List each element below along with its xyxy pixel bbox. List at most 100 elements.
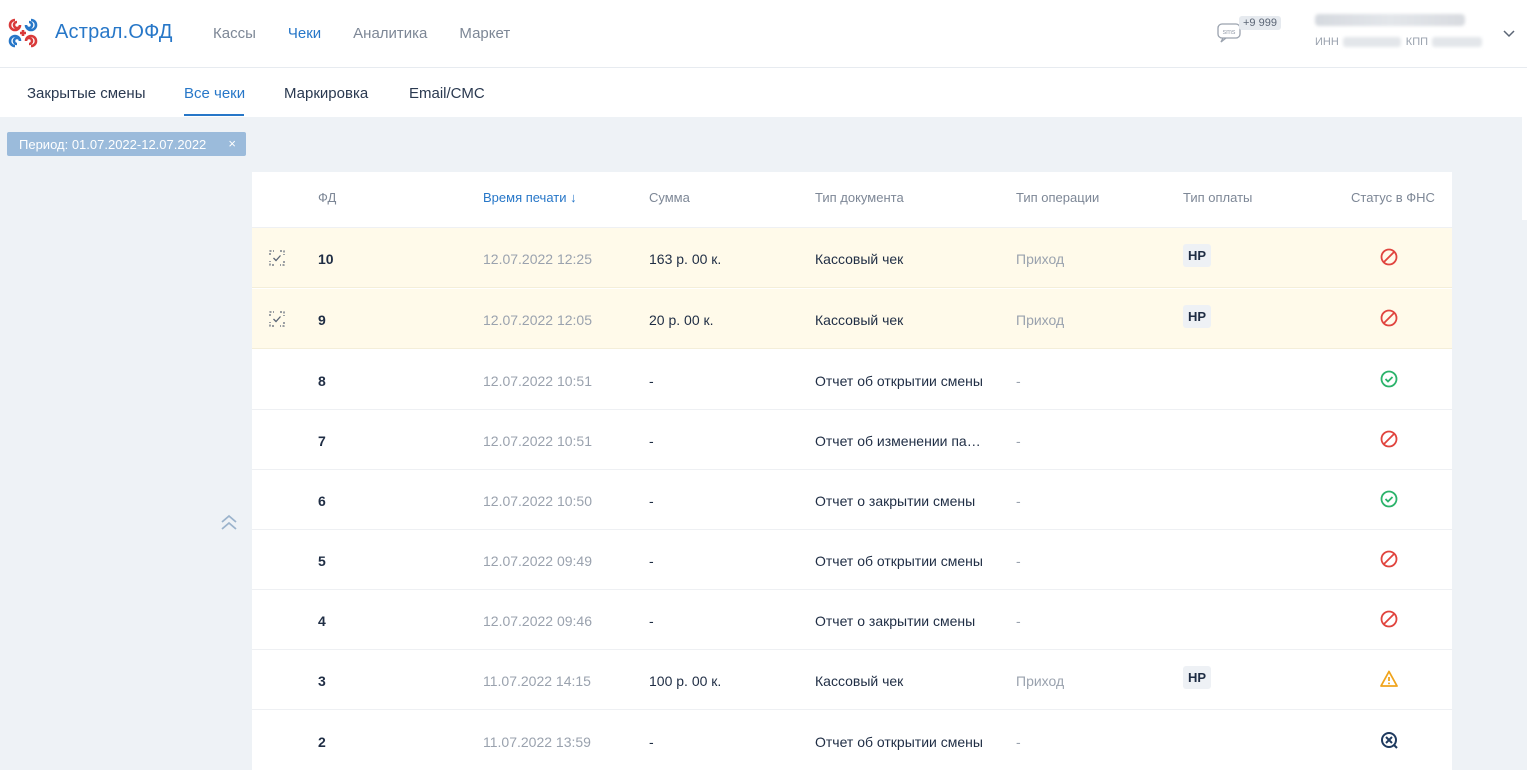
rejected-status-icon[interactable] [1379, 247, 1399, 267]
nav-market[interactable]: Маркет [459, 25, 510, 42]
pay-type-badge: НР [1183, 244, 1212, 267]
col-op-type[interactable]: Тип операции [1016, 190, 1099, 205]
fd-number: 5 [318, 553, 326, 569]
receipts-table: ФД Время печати ↓ Сумма Тип документа Ти… [252, 172, 1452, 770]
pay-type-badge: НР [1183, 305, 1212, 328]
op-type: - [1016, 373, 1021, 389]
kpp-label: КПП [1405, 36, 1429, 48]
fd-number: 3 [318, 673, 326, 689]
rejected-status-icon[interactable] [1379, 549, 1399, 569]
sum-value: 100 р. 00 к. [649, 673, 722, 689]
print-time: 12.07.2022 09:49 [483, 553, 592, 569]
sms-balance-badge: +9 999 [1239, 16, 1281, 30]
sum-value: - [649, 433, 654, 449]
sum-value: 163 р. 00 к. [649, 251, 722, 267]
sort-arrow-icon: ↓ [570, 190, 577, 205]
sub-nav: Закрытые смены Все чеки Маркировка Email… [0, 68, 1527, 117]
sum-value: - [649, 613, 654, 629]
doc-type: Кассовый чек [815, 251, 904, 267]
tab-marking[interactable]: Маркировка [284, 85, 368, 102]
fd-number: 2 [318, 734, 326, 750]
astral-logo-icon[interactable] [6, 16, 40, 50]
fd-number: 10 [318, 251, 334, 267]
fd-number: 9 [318, 312, 326, 328]
sum-value: - [649, 373, 654, 389]
op-type: - [1016, 433, 1021, 449]
rejected-status-icon[interactable] [1379, 429, 1399, 449]
op-type: Приход [1016, 251, 1065, 267]
fd-number: 7 [318, 433, 326, 449]
table-row[interactable]: 3 11.07.2022 14:15 100 р. 00 к. Кассовый че… [252, 650, 1452, 710]
doc-type: Отчет о закрытии смены [815, 613, 976, 629]
table-row[interactable]: 7 12.07.2022 10:51 - Отчет об изменении пар… [252, 410, 1452, 470]
double-chevron-up-icon[interactable] [219, 513, 239, 531]
inn-label: ИНН [1315, 36, 1339, 48]
col-print-time[interactable]: Время печати ↓ [483, 190, 577, 205]
sum-value: - [649, 493, 654, 509]
warning-status-icon[interactable] [1379, 669, 1399, 689]
close-icon[interactable]: × [228, 136, 236, 151]
op-type: - [1016, 613, 1021, 629]
col-pay-type[interactable]: Тип оплаты [1183, 190, 1252, 205]
brand-title[interactable]: Астрал.ОФД [55, 21, 173, 44]
print-time: 12.07.2022 12:25 [483, 251, 592, 267]
scrollbar-track[interactable] [1522, 68, 1527, 220]
doc-type: Отчет об открытии смены [815, 373, 983, 389]
print-time: 11.07.2022 13:59 [483, 734, 591, 750]
table-row[interactable]: 8 12.07.2022 10:51 - Отчет об открытии смен… [252, 350, 1452, 410]
print-time: 12.07.2022 09:46 [483, 613, 592, 629]
table-header: ФД Время печати ↓ Сумма Тип документа Ти… [252, 172, 1452, 228]
organization-selector[interactable]: ИНН КПП [1315, 14, 1487, 48]
table-row[interactable]: 10 12.07.2022 12:25 163 р. 00 к. Кассовый ч… [252, 228, 1452, 288]
col-fd[interactable]: ФД [318, 190, 336, 205]
op-type: - [1016, 734, 1021, 750]
chevron-down-icon[interactable] [1502, 28, 1516, 38]
print-time: 12.07.2022 10:51 [483, 433, 592, 449]
scan-check-icon[interactable] [268, 310, 286, 328]
inn-value-redacted [1342, 37, 1401, 47]
nav-kassy[interactable]: Кассы [213, 25, 256, 42]
pay-type-badge: НР [1183, 666, 1212, 689]
fd-number: 8 [318, 373, 326, 389]
rejected-status-icon[interactable] [1379, 609, 1399, 629]
nav-analytics[interactable]: Аналитика [353, 25, 427, 42]
tab-closed-shifts[interactable]: Закрытые смены [27, 85, 145, 102]
col-doc-type[interactable]: Тип документа [815, 190, 904, 205]
tab-all-receipts[interactable]: Все чеки [184, 85, 245, 102]
error-status-icon[interactable] [1379, 730, 1399, 750]
sum-value: 20 р. 00 к. [649, 312, 714, 328]
table-row[interactable]: 6 12.07.2022 10:50 - Отчет о закрытии смены… [252, 470, 1452, 530]
top-nav: Кассы Чеки Аналитика Маркет [213, 25, 542, 42]
rejected-status-icon[interactable] [1379, 308, 1399, 328]
doc-type: Кассовый чек [815, 673, 904, 689]
accepted-status-icon[interactable] [1379, 489, 1399, 509]
tab-email-sms[interactable]: Email/СМС [409, 85, 485, 102]
col-sum[interactable]: Сумма [649, 190, 690, 205]
period-filter-chip[interactable]: Период: 01.07.2022-12.07.2022 × [7, 132, 246, 156]
top-header: Астрал.ОФД Кассы Чеки Аналитика Маркет s… [0, 0, 1527, 68]
fd-number: 4 [318, 613, 326, 629]
table-row[interactable]: 9 12.07.2022 12:05 20 р. 00 к. Кассовый чек… [252, 289, 1452, 349]
doc-type: Отчет об открытии смены [815, 553, 983, 569]
doc-type: Отчет об открытии смены [815, 734, 983, 750]
svg-text:sms: sms [1223, 29, 1236, 36]
op-type: - [1016, 553, 1021, 569]
op-type: Приход [1016, 673, 1065, 689]
print-time: 11.07.2022 14:15 [483, 673, 591, 689]
table-row[interactable]: 5 12.07.2022 09:49 - Отчет об открытии смен… [252, 530, 1452, 590]
nav-cheki[interactable]: Чеки [288, 25, 321, 42]
print-time: 12.07.2022 10:50 [483, 493, 592, 509]
accepted-status-icon[interactable] [1379, 369, 1399, 389]
doc-type: Кассовый чек [815, 312, 904, 328]
scan-check-icon[interactable] [268, 249, 286, 267]
op-type: Приход [1016, 312, 1065, 328]
col-fns-status[interactable]: Статус в ФНС [1351, 190, 1435, 205]
sum-value: - [649, 734, 654, 750]
doc-type: Отчет об изменении параметров [815, 433, 987, 449]
table-row[interactable]: 4 12.07.2022 09:46 - Отчет о закрытии смены… [252, 590, 1452, 650]
active-tab-indicator [184, 114, 244, 116]
col-print-time-label: Время печати [483, 190, 567, 205]
op-type: - [1016, 493, 1021, 509]
table-row[interactable]: 2 11.07.2022 13:59 - Отчет об открытии смен… [252, 711, 1452, 770]
kpp-value-redacted [1432, 37, 1483, 47]
